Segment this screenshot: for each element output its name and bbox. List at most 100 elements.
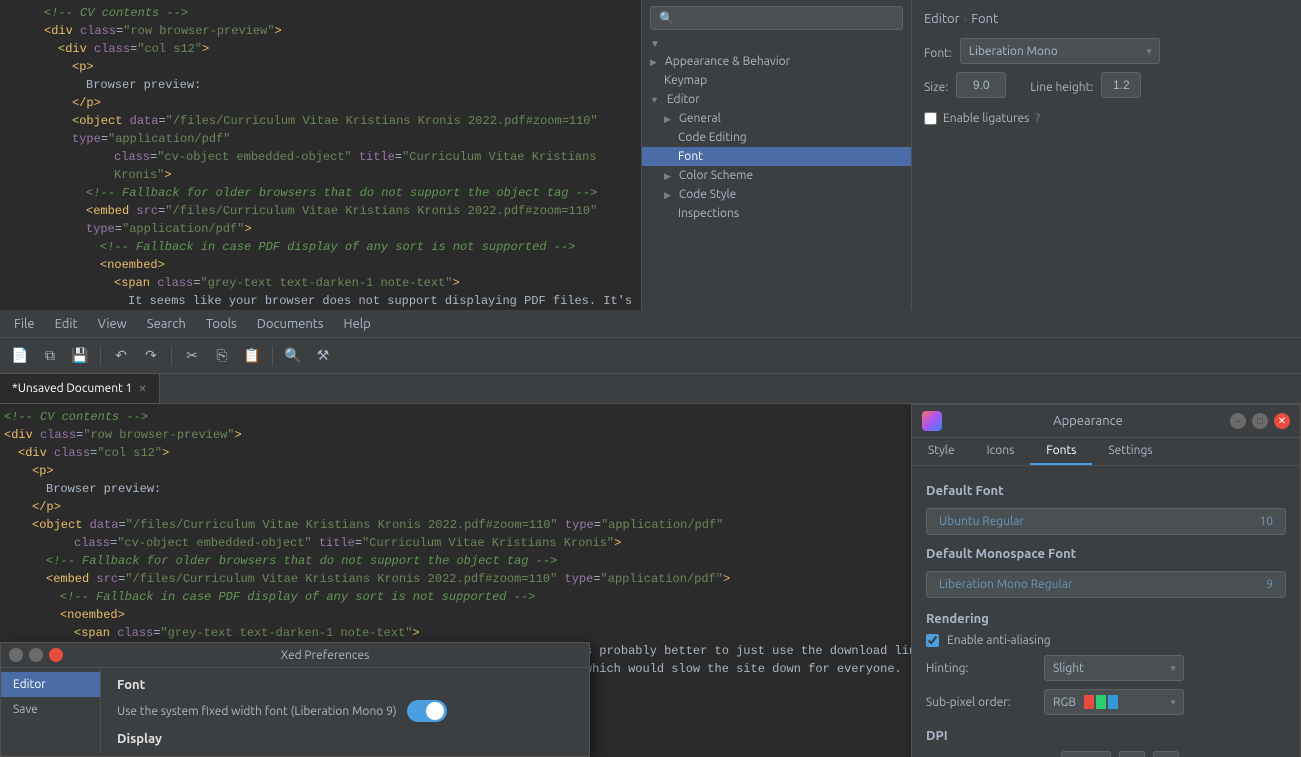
dpi-title: DPI bbox=[926, 729, 1286, 743]
tab-icons[interactable]: Icons bbox=[971, 438, 1031, 465]
line-height-label: Line height: bbox=[1030, 81, 1093, 94]
settings-search-input[interactable] bbox=[650, 6, 903, 30]
undo-button[interactable]: ↶ bbox=[107, 343, 135, 369]
hinting-dropdown[interactable]: Slight bbox=[1044, 655, 1184, 681]
dpi-row: Custom DPI setting: − + bbox=[926, 751, 1286, 757]
help-icon[interactable]: ? bbox=[1035, 112, 1040, 125]
new-button[interactable]: 📄 bbox=[6, 343, 34, 369]
nav-collapse-btn[interactable]: ▼ bbox=[642, 36, 911, 52]
default-mono-value: Liberation Mono Regular bbox=[939, 578, 1072, 591]
nav-tree: ▼ Appearance & Behavior Keymap Editor Ge… bbox=[642, 0, 912, 310]
redo-button[interactable]: ↷ bbox=[137, 343, 165, 369]
rgb-color-box bbox=[1084, 695, 1118, 709]
xed-minimize-button[interactable] bbox=[9, 648, 23, 662]
appearance-close-button[interactable]: ✕ bbox=[1274, 413, 1290, 429]
menu-search[interactable]: Search bbox=[137, 313, 196, 335]
xed-close-button[interactable] bbox=[49, 648, 63, 662]
nav-item-label: Code Style bbox=[679, 188, 736, 201]
xed-titlebar: Xed Preferences bbox=[1, 643, 589, 668]
menu-help[interactable]: Help bbox=[334, 313, 381, 335]
size-row: Size: Line height: bbox=[924, 72, 1289, 98]
nav-search-container bbox=[642, 0, 911, 36]
xed-nav-save[interactable]: Save bbox=[1, 697, 100, 722]
tools-button[interactable]: ⚒ bbox=[309, 343, 337, 369]
subpixel-dropdown[interactable]: RGB bbox=[1044, 689, 1184, 715]
nav-item-label: Keymap bbox=[664, 74, 707, 87]
code-line: Browser preview: bbox=[0, 76, 641, 94]
toolbar-sep-2 bbox=[171, 346, 172, 366]
menu-view[interactable]: View bbox=[88, 313, 137, 335]
subpixel-value: RGB bbox=[1053, 696, 1076, 709]
breadcrumb-editor: Editor bbox=[924, 12, 960, 26]
paste-button[interactable]: 📋 bbox=[238, 343, 266, 369]
menu-documents[interactable]: Documents bbox=[247, 313, 334, 335]
tab-unsaved-doc[interactable]: *Unsaved Document 1 ✕ bbox=[0, 374, 160, 403]
breadcrumb-font: Font bbox=[971, 12, 998, 26]
cut-button[interactable]: ✂ bbox=[178, 343, 206, 369]
antialiasing-checkbox[interactable] bbox=[926, 634, 939, 647]
size-input[interactable] bbox=[956, 72, 1006, 98]
font-dropdown[interactable]: Liberation Mono bbox=[960, 38, 1160, 64]
code-line: <!-- Fallback in case PDF display of any… bbox=[0, 238, 641, 256]
font-row: Font: Liberation Mono bbox=[924, 38, 1289, 64]
nav-item-color-scheme[interactable]: Color Scheme bbox=[642, 166, 911, 185]
breadcrumb: Editor › Font bbox=[924, 12, 1289, 26]
appearance-title: Appearance bbox=[952, 414, 1224, 428]
collapse-arrow-icon: ▼ bbox=[650, 38, 660, 50]
arrow-right-icon bbox=[664, 189, 671, 201]
toggle-knob bbox=[426, 702, 444, 720]
arrow-right-icon bbox=[664, 170, 671, 182]
xed-font-row: Use the system fixed width font (Liberat… bbox=[117, 700, 573, 722]
ligatures-checkbox[interactable] bbox=[924, 112, 937, 125]
xed-nav-editor[interactable]: Editor bbox=[1, 672, 100, 697]
root: <!-- CV contents --> <div class="row bro… bbox=[0, 0, 1301, 757]
nav-item-general[interactable]: General bbox=[642, 109, 911, 128]
code-line: <embed src="/files/Curriculum Vitae Kris… bbox=[0, 202, 641, 238]
subpixel-row: Sub-pixel order: RGB bbox=[926, 689, 1286, 715]
rgb-r-bar bbox=[1084, 695, 1094, 709]
menu-edit[interactable]: Edit bbox=[45, 313, 88, 335]
menu-file[interactable]: File bbox=[4, 313, 45, 335]
nav-item-keymap[interactable]: Keymap bbox=[642, 71, 911, 90]
tab-fonts[interactable]: Fonts bbox=[1030, 438, 1092, 465]
default-font-value: Ubuntu Regular bbox=[939, 515, 1024, 528]
nav-item-inspections[interactable]: Inspections bbox=[642, 204, 911, 223]
copy-button[interactable]: ⎘ bbox=[208, 343, 236, 369]
font-value: Liberation Mono bbox=[969, 45, 1058, 58]
find-button[interactable]: 🔍 bbox=[279, 343, 307, 369]
menu-tools[interactable]: Tools bbox=[196, 313, 247, 335]
xed-maximize-button[interactable] bbox=[29, 648, 43, 662]
tab-bar: *Unsaved Document 1 ✕ bbox=[0, 374, 1301, 404]
nav-item-editor[interactable]: Editor bbox=[642, 90, 911, 109]
default-mono-button[interactable]: Liberation Mono Regular 9 bbox=[926, 571, 1286, 598]
dpi-increment-button[interactable]: + bbox=[1153, 751, 1179, 757]
dpi-value-input[interactable] bbox=[1061, 751, 1111, 757]
xed-font-toggle[interactable] bbox=[407, 700, 447, 722]
appearance-minimize-button[interactable]: – bbox=[1230, 413, 1246, 429]
code-line: <!-- CV contents --> bbox=[0, 4, 641, 22]
tab-style[interactable]: Style bbox=[912, 438, 971, 465]
save-button[interactable]: 💾 bbox=[66, 343, 94, 369]
default-font-button[interactable]: Ubuntu Regular 10 bbox=[926, 508, 1286, 535]
code-line: <div class="col s12"> bbox=[0, 40, 641, 58]
dpi-decrement-button[interactable]: − bbox=[1119, 751, 1145, 757]
toolbar-sep-1 bbox=[100, 346, 101, 366]
nav-item-font[interactable]: Font bbox=[642, 147, 911, 166]
duplicate-button[interactable]: ⧉ bbox=[36, 343, 64, 369]
default-font-size: 10 bbox=[1259, 515, 1273, 528]
arrow-right-icon bbox=[650, 56, 657, 68]
settings-panel-top: ▼ Appearance & Behavior Keymap Editor Ge… bbox=[641, 0, 1301, 310]
ligatures-row: Enable ligatures ? bbox=[924, 112, 1289, 125]
code-line: </p> bbox=[0, 94, 641, 112]
nav-item-code-style[interactable]: Code Style bbox=[642, 185, 911, 204]
appearance-panel: Appearance – □ ✕ Style Icons Fonts Setti… bbox=[911, 404, 1301, 757]
line-height-input[interactable] bbox=[1101, 72, 1141, 98]
nav-item-appearance[interactable]: Appearance & Behavior bbox=[642, 52, 911, 71]
default-mono-size: 9 bbox=[1266, 578, 1273, 591]
appearance-titlebar: Appearance – □ ✕ bbox=[912, 405, 1300, 438]
xed-font-label: Font bbox=[117, 678, 573, 692]
appearance-maximize-button[interactable]: □ bbox=[1252, 413, 1268, 429]
nav-item-code-editing[interactable]: Code Editing bbox=[642, 128, 911, 147]
tab-close-icon[interactable]: ✕ bbox=[138, 383, 146, 395]
tab-settings[interactable]: Settings bbox=[1092, 438, 1168, 465]
